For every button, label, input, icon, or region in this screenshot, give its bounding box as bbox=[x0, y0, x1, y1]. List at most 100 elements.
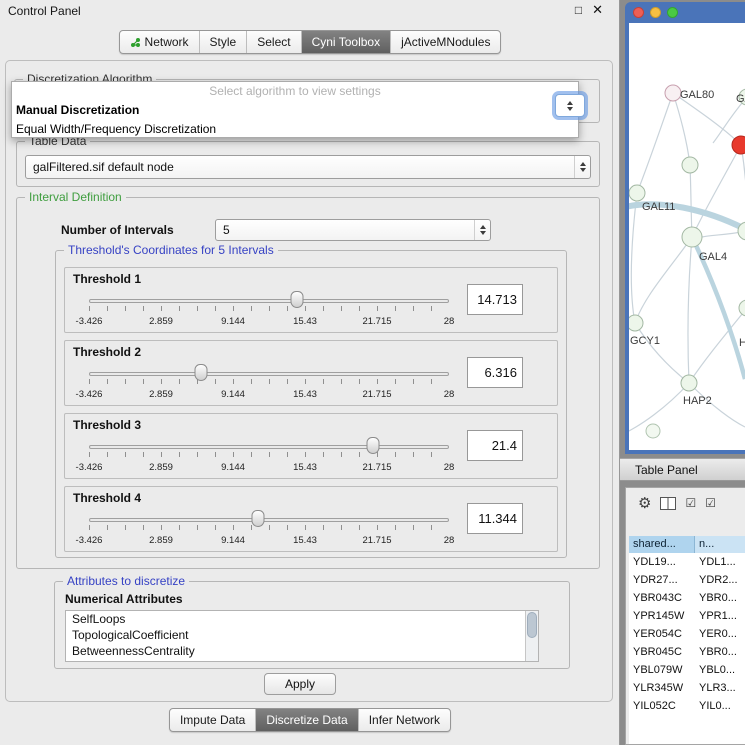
slider-thumb[interactable] bbox=[290, 291, 303, 308]
table-panel-titlebar[interactable]: Table Panel bbox=[620, 458, 745, 481]
slider-track[interactable] bbox=[89, 445, 449, 449]
threshold-label: Threshold 1 bbox=[73, 272, 141, 286]
number-of-intervals-select[interactable]: 5 bbox=[215, 219, 491, 241]
table-row[interactable]: YLR345WYLR3... bbox=[629, 679, 745, 697]
threshold-value-field[interactable] bbox=[467, 357, 523, 388]
float-window-icon[interactable]: □ bbox=[575, 3, 582, 17]
slider-scale: -3.4262.8599.14415.4321.71528 bbox=[89, 462, 449, 473]
slider-track[interactable] bbox=[89, 518, 449, 522]
table-cell: YBL079W bbox=[629, 661, 695, 679]
table-row[interactable]: YIL052CYIL0... bbox=[629, 697, 745, 715]
dropdown-option-equal-width[interactable]: Equal Width/Frequency Discretization bbox=[12, 120, 578, 139]
tab-jactivemnodules[interactable]: jActiveMNodules bbox=[390, 31, 500, 53]
table-cell: YDL19... bbox=[629, 553, 695, 571]
scale-label: 15.43 bbox=[293, 462, 317, 473]
apply-button[interactable]: Apply bbox=[264, 673, 336, 695]
gear-icon[interactable]: ⚙ bbox=[638, 494, 651, 512]
scale-label: 28 bbox=[444, 316, 455, 327]
scale-label: 9.144 bbox=[221, 316, 245, 327]
table-row[interactable]: YER054CYER0... bbox=[629, 625, 745, 643]
table-cell: YLR3... bbox=[695, 679, 745, 697]
node-hap2[interactable] bbox=[681, 375, 697, 391]
scale-label: 15.43 bbox=[293, 535, 317, 546]
dropdown-placeholder-option[interactable]: Select algorithm to view settings bbox=[12, 82, 578, 101]
node[interactable] bbox=[739, 300, 745, 316]
column-header-name[interactable]: n... bbox=[695, 536, 745, 553]
slider-ticks bbox=[89, 452, 449, 457]
table-panel-title: Table Panel bbox=[635, 463, 698, 477]
slider-track[interactable] bbox=[89, 372, 449, 376]
table-toolbar: ⚙ ☑ ☑ bbox=[626, 488, 745, 518]
table-row[interactable]: YPR145WYPR1... bbox=[629, 607, 745, 625]
threshold-slider[interactable] bbox=[89, 509, 449, 533]
threshold-slider[interactable] bbox=[89, 436, 449, 460]
table-cell: YBL0... bbox=[695, 661, 745, 679]
threshold-value-field[interactable] bbox=[467, 284, 523, 315]
slider-thumb[interactable] bbox=[367, 437, 380, 454]
algorithm-combobox-stepper[interactable] bbox=[555, 94, 585, 117]
attribute-list-item[interactable]: SelfLoops bbox=[66, 611, 538, 627]
tab-cyni-toolbox[interactable]: Cyni Toolbox bbox=[301, 31, 390, 53]
scale-label: -3.426 bbox=[76, 535, 103, 546]
dropdown-option-manual-discretization[interactable]: Manual Discretization bbox=[12, 101, 578, 120]
tab-select[interactable]: Select bbox=[246, 31, 300, 53]
node-gal4[interactable] bbox=[682, 227, 702, 247]
table-row[interactable]: YBL079WYBL0... bbox=[629, 661, 745, 679]
window-traffic-lights bbox=[633, 7, 678, 18]
table-row[interactable]: YBR045CYBR0... bbox=[629, 643, 745, 661]
node-table-rows[interactable]: YDL19...YDL1...YDR27...YDR2...YBR043CYBR… bbox=[629, 553, 745, 744]
slider-thumb[interactable] bbox=[194, 364, 207, 381]
minimize-window-icon[interactable] bbox=[650, 7, 661, 18]
zoom-window-icon[interactable] bbox=[667, 7, 678, 18]
numerical-attributes-list[interactable]: SelfLoopsTopologicalCoefficientBetweenne… bbox=[65, 610, 539, 662]
node-gal11[interactable] bbox=[629, 185, 645, 201]
tab-discretize-data[interactable]: Discretize Data bbox=[255, 709, 357, 731]
threshold-slider[interactable] bbox=[89, 290, 449, 314]
checkbox-icon[interactable]: ☑ bbox=[685, 496, 696, 510]
scale-label: -3.426 bbox=[76, 316, 103, 327]
threshold-value-field[interactable] bbox=[467, 503, 523, 534]
table-data-select[interactable]: galFiltered.sif default node bbox=[25, 155, 591, 179]
control-panel-titlebar[interactable]: Control Panel □ ✕ bbox=[0, 0, 619, 22]
scrollbar-thumb[interactable] bbox=[527, 612, 537, 638]
scale-label: -3.426 bbox=[76, 389, 103, 400]
slider-track[interactable] bbox=[89, 299, 449, 303]
network-nodes[interactable] bbox=[629, 85, 745, 438]
node-gcy1[interactable] bbox=[629, 315, 643, 331]
tab-style[interactable]: Style bbox=[199, 31, 247, 53]
table-row[interactable]: YDR27...YDR2... bbox=[629, 571, 745, 589]
threshold-slider[interactable] bbox=[89, 363, 449, 387]
scale-label: 21.715 bbox=[362, 535, 391, 546]
node[interactable] bbox=[646, 424, 660, 438]
table-cell: YDR27... bbox=[629, 571, 695, 589]
tab-impute-data[interactable]: Impute Data bbox=[170, 709, 255, 731]
close-window-icon[interactable] bbox=[633, 7, 644, 18]
node-table-header: shared... n... bbox=[629, 536, 745, 553]
attribute-list-item[interactable]: BetweennessCentrality bbox=[66, 643, 538, 659]
node-gal80[interactable] bbox=[665, 85, 681, 101]
checkbox-icon[interactable]: ☑ bbox=[705, 496, 716, 510]
threshold-value-field[interactable] bbox=[467, 430, 523, 461]
list-scrollbar[interactable] bbox=[525, 611, 538, 661]
tab-label: Select bbox=[257, 35, 290, 49]
scale-label: 2.859 bbox=[149, 462, 173, 473]
tab-network[interactable]: Network bbox=[120, 31, 199, 53]
table-row[interactable]: YDL19...YDL1... bbox=[629, 553, 745, 571]
tab-infer-network[interactable]: Infer Network bbox=[358, 709, 450, 731]
node[interactable] bbox=[682, 157, 698, 173]
attribute-list-item[interactable]: TopologicalCoefficient bbox=[66, 627, 538, 643]
node-label: GAL80 bbox=[680, 89, 714, 101]
node-selected-red[interactable] bbox=[732, 136, 745, 154]
interval-definition-group: Interval Definition Number of Intervals … bbox=[16, 197, 600, 569]
slider-thumb[interactable] bbox=[252, 510, 265, 527]
column-header-shared-name[interactable]: shared... bbox=[629, 536, 695, 553]
threshold-panel: Threshold 1 -3.4262.8599.14415.4321.7152… bbox=[64, 267, 558, 333]
network-canvas[interactable]: GAL80 GA GAL11 GAL4 GCY1 H HAP2 bbox=[629, 23, 745, 450]
columns-icon[interactable] bbox=[660, 497, 676, 510]
node-label: GCY1 bbox=[630, 335, 660, 347]
scale-label: -3.426 bbox=[76, 462, 103, 473]
table-row[interactable]: YBR043CYBR0... bbox=[629, 589, 745, 607]
scale-label: 21.715 bbox=[362, 389, 391, 400]
close-icon[interactable]: ✕ bbox=[592, 2, 603, 18]
scale-label: 21.715 bbox=[362, 462, 391, 473]
